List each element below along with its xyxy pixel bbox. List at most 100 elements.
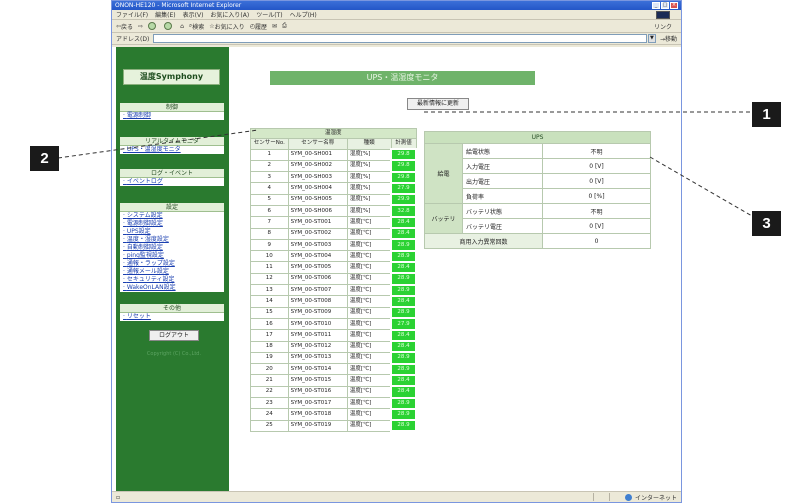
back-button[interactable]: ⇦ 戻る: [116, 22, 133, 31]
sidebar-item-label: システム設定: [126, 212, 163, 219]
sensor-no-cell: 9: [250, 238, 289, 252]
sidebar-item-event-log[interactable]: · イベントログ: [120, 178, 224, 186]
sidebar-item-system-settings[interactable]: · システム設定: [120, 212, 224, 220]
refresh-info-button[interactable]: 最新情報に更新: [407, 98, 469, 110]
sensor-no-cell: 21: [250, 374, 289, 387]
mail-button[interactable]: ✉: [272, 23, 277, 30]
minimize-button[interactable]: _: [652, 2, 660, 9]
section-header: その他: [120, 304, 224, 313]
table-row: 21 SYM_00-ST015 温度[℃] 28.4: [250, 373, 417, 388]
sidebar-item-label: 通報メール設定: [126, 268, 169, 275]
menu-file[interactable]: ファイル(F): [116, 10, 148, 19]
sidebar-item-label: イベントログ: [126, 178, 163, 185]
stop-button[interactable]: [148, 22, 159, 30]
sidebar-item-label: WakeOnLAN設定: [126, 284, 176, 291]
sensor-name-cell: SYM_00-ST014: [287, 363, 348, 376]
print-button[interactable]: ⎙: [282, 22, 287, 30]
sensor-no-cell: 11: [250, 261, 289, 274]
sidebar-item-ups-settings[interactable]: · UPS設定: [120, 228, 224, 236]
sensor-name-cell: SYM_00-ST011: [287, 329, 348, 342]
table-row: 14 SYM_00-ST008 温度[℃] 28.4: [250, 294, 417, 309]
sensor-value-cell: 28.4: [390, 328, 417, 343]
zone-label: インターネット: [634, 494, 677, 502]
sensor-name-cell: SYM_00-ST012: [287, 340, 348, 353]
sidebar-item-mail-settings[interactable]: · 通報メール設定: [120, 268, 224, 276]
sensor-type-cell: 温度[℃]: [346, 216, 392, 229]
table-row: 24 SYM_00-ST018 温度[℃] 28.9: [250, 407, 417, 422]
sensor-no-cell: 25: [250, 419, 289, 432]
refresh-browser-button[interactable]: [164, 22, 175, 30]
sensor-no-cell: 13: [250, 284, 289, 297]
sidebar-item-power-settings[interactable]: · 電源制御設定: [120, 220, 224, 228]
sidebar-item-label: 電源制御設定: [126, 220, 163, 227]
sidebar-item-temp-humidity-settings[interactable]: · 温度・湿度設定: [120, 236, 224, 244]
table-row: 20 SYM_00-ST014 温度[℃] 28.9: [250, 362, 417, 376]
browser-window: ONON-HE120 - Microsoft Internet Explorer…: [111, 0, 682, 503]
menu-edit[interactable]: 編集(E): [155, 10, 175, 19]
menu-help[interactable]: ヘルプ(H): [290, 10, 317, 19]
sidebar-item-wol-settings[interactable]: · WakeOnLAN設定: [120, 284, 224, 292]
close-button[interactable]: ×: [670, 2, 678, 9]
sidebar-item-auto-control-settings[interactable]: · 自動制御設定: [120, 244, 224, 252]
sidebar-item-ping-settings[interactable]: · ping監視設定: [120, 252, 224, 260]
sensor-type-cell: 温度[℃]: [346, 238, 392, 252]
row-value: 0: [542, 233, 651, 249]
sensor-value-cell: 28.9: [390, 238, 417, 252]
table-row: 4 SYM_00-SH004 湿度[%] 27.9: [250, 181, 417, 196]
sidebar-item-security-settings[interactable]: · セキュリティ設定: [120, 276, 224, 284]
menu-tools[interactable]: ツール(T): [256, 10, 282, 19]
go-button[interactable]: →移動: [660, 34, 677, 43]
home-button[interactable]: ⌂: [180, 23, 184, 30]
menu-favorites[interactable]: お気に入り(A): [210, 10, 249, 19]
sensor-value-cell: 29.8: [390, 170, 417, 184]
sidebar-item-power-control[interactable]: · 電源制御: [120, 112, 224, 120]
links-button[interactable]: リンク: [654, 22, 672, 31]
sensor-value-cell: 28.9: [390, 362, 417, 376]
sensor-name-cell: SYM_00-ST009: [287, 306, 348, 319]
sensor-no-cell: 7: [250, 216, 289, 229]
table-row: 1 SYM_00-SH001 湿度[%] 29.8: [250, 147, 417, 162]
row-label: 出力電圧: [462, 173, 543, 189]
table-row: 6 SYM_00-SH006 湿度[%] 32.8: [250, 204, 417, 218]
forward-button[interactable]: ⇨: [138, 23, 143, 30]
sidebar-item-reset[interactable]: · リセット: [120, 313, 224, 321]
sidebar-item-ups-monitor[interactable]: · UPS・温湿度モニタ: [120, 146, 224, 154]
section-header: 設定: [120, 203, 224, 212]
row-label: 給電状態: [462, 143, 543, 159]
sensor-name-cell: SYM_00-ST001: [287, 216, 348, 229]
sensor-value-cell: 27.9: [390, 181, 417, 196]
table-row: 商用入力異常回数 0: [424, 233, 651, 249]
sidebar-item-label: ping監視設定: [126, 252, 164, 259]
row-value: 0 [V]: [542, 218, 651, 234]
table-row: 3 SYM_00-SH003 湿度[%] 29.8: [250, 170, 417, 184]
sensor-no-cell: 6: [250, 204, 289, 218]
address-input[interactable]: [153, 34, 647, 43]
sensor-no-cell: 15: [250, 306, 289, 319]
sensor-no-cell: 19: [250, 351, 289, 365]
page-content: 温度Symphony 制御 · 電源制御 リアルタイムモニタ · UPS・温湿度…: [112, 47, 681, 491]
address-bar: アドレス(D) ▼ →移動: [112, 33, 681, 45]
sensor-name-cell: SYM_00-ST015: [287, 374, 348, 387]
favorites-button[interactable]: ☆ お気に入り: [209, 22, 244, 31]
menu-view[interactable]: 表示(V): [183, 10, 204, 19]
refresh-icon: [164, 22, 173, 30]
sidebar-item-trap-settings[interactable]: · 通報・ラップ設定: [120, 260, 224, 268]
search-button[interactable]: ⌕ 検索: [189, 22, 204, 31]
sensor-no-cell: 16: [250, 317, 289, 331]
address-dropdown-icon[interactable]: ▼: [647, 34, 656, 43]
table-row: バッテリ バッテリ状態 不明: [424, 203, 651, 234]
sidebar-item-label: UPS・温湿度モニタ: [126, 146, 181, 153]
sensor-value-cell: 29.9: [390, 193, 417, 207]
globe-icon: [624, 493, 632, 501]
row-value: 0 [V]: [542, 173, 651, 189]
logout-button[interactable]: ログアウト: [149, 330, 199, 341]
sidebar-section-control: 制御 · 電源制御: [120, 103, 224, 120]
sensor-name-cell: SYM_00-ST002: [287, 227, 348, 240]
status-segment: [608, 493, 623, 501]
section-header: 制御: [120, 103, 224, 112]
windows-logo-icon: [656, 10, 670, 19]
maximize-button[interactable]: □: [661, 2, 669, 9]
history-button[interactable]: ◴ 履歴: [250, 22, 267, 31]
security-zone: インターネット: [592, 493, 677, 502]
sensor-table-caption: 温湿度: [250, 128, 417, 139]
